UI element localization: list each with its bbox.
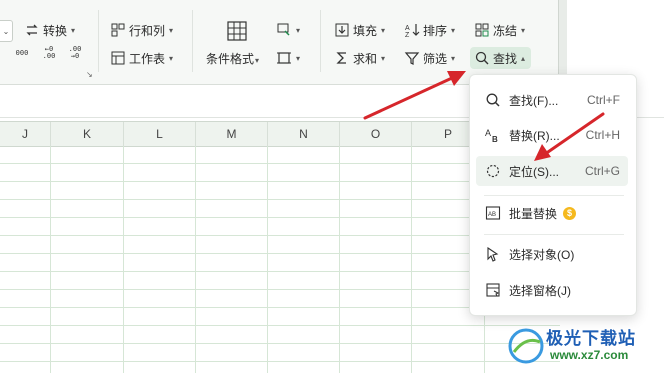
menu-item-batch-replace[interactable]: AB 批量替换 $ — [476, 198, 628, 228]
sort-button[interactable]: AZ 排序 ▾ — [404, 19, 455, 41]
column-header[interactable]: N — [268, 122, 340, 146]
menu-item-label: 选择对象(O) — [509, 247, 575, 262]
chevron-down-icon[interactable]: ⌄ — [0, 20, 13, 42]
svg-text:AB: AB — [488, 212, 496, 218]
dialog-launcher-icon[interactable]: ↘ — [86, 70, 93, 79]
column-header[interactable]: L — [124, 122, 196, 146]
filter-button[interactable]: 筛选 ▾ — [404, 47, 455, 69]
shortcut-label: Ctrl+G — [584, 164, 620, 178]
find-label: 查找 — [493, 51, 518, 66]
menu-item-label: 替换(R)... — [509, 128, 560, 143]
chevron-down-icon: ▾ — [381, 25, 386, 35]
menu-item-label: 查找(F)... — [509, 93, 559, 108]
cell-style-button[interactable]: ▾ — [276, 19, 300, 41]
thousands-format-button[interactable]: 000 — [14, 50, 30, 57]
column-header[interactable]: O — [340, 122, 412, 146]
chevron-up-icon: ▴ — [521, 53, 526, 63]
logo-icon — [508, 328, 544, 364]
menu-item-replace[interactable]: AB 替换(R)... Ctrl+H — [476, 120, 628, 150]
watermark-url: www.xz7.com — [550, 348, 629, 362]
divider — [192, 10, 193, 72]
find-dropdown-menu: 查找(F)... Ctrl+F AB 替换(R)... Ctrl+H 定位(S)… — [469, 74, 637, 316]
sort-label: 排序 — [423, 23, 448, 38]
rows-cols-button[interactable]: 行和列 ▾ — [110, 19, 173, 41]
replace-icon: AB — [484, 126, 502, 144]
chevron-down-icon: ▾ — [296, 25, 301, 35]
worksheet-icon — [111, 51, 125, 65]
convert-button[interactable]: 转换 ▾ — [24, 19, 75, 41]
search-icon — [484, 91, 502, 109]
shortcut-label: Ctrl+F — [587, 93, 620, 107]
menu-separator — [484, 234, 624, 235]
filter-label: 筛选 — [423, 51, 448, 66]
chevron-down-icon: ▾ — [381, 53, 386, 63]
pointer-icon — [484, 245, 502, 263]
border-button[interactable]: ▾ — [276, 47, 300, 69]
menu-item-select-objects[interactable]: 选择对象(O) — [476, 239, 628, 269]
increase-decimal-button[interactable]: ←0 .00 — [40, 46, 58, 60]
fill-label: 填充 — [353, 23, 378, 38]
svg-text:A: A — [405, 25, 410, 32]
menu-item-label: 定位(S)... — [509, 164, 559, 179]
cond-format-button[interactable]: 条件格式▾ — [204, 18, 268, 70]
worksheet-label: 工作表 — [129, 51, 166, 66]
column-header[interactable]: J — [0, 122, 51, 146]
find-button[interactable]: 查找 ▴ — [470, 47, 532, 69]
border-icon — [277, 52, 291, 64]
cond-format-label: 条件格式 — [206, 52, 255, 66]
chevron-down-icon: ▾ — [71, 25, 76, 35]
shortcut-label: Ctrl+H — [585, 128, 620, 142]
divider — [320, 10, 321, 72]
scroll-edge — [558, 0, 567, 84]
decrease-decimal-button[interactable]: .00 →0 — [66, 46, 84, 60]
sum-button[interactable]: 求和 ▾ — [334, 47, 385, 69]
chevron-down-icon: ▾ — [451, 25, 456, 35]
convert-label: 转换 — [43, 23, 68, 38]
numfmt-label-1: 000 — [15, 49, 29, 57]
chevron-down-icon: ▾ — [451, 53, 456, 63]
menu-separator — [484, 195, 624, 196]
sum-label: 求和 — [353, 51, 378, 66]
freeze-button[interactable]: 冻结 ▾ — [474, 19, 525, 41]
column-header[interactable]: K — [51, 122, 124, 146]
menu-item-label: 批量替换 — [509, 206, 558, 221]
rows-cols-label: 行和列 — [129, 23, 166, 38]
chevron-down-icon: ▾ — [169, 53, 174, 63]
chevron-down-icon: ▾ — [255, 56, 260, 65]
fill-button[interactable]: 填充 ▾ — [334, 19, 385, 41]
convert-icon — [26, 24, 38, 36]
freeze-label: 冻结 — [493, 23, 518, 38]
svg-text:Z: Z — [405, 32, 410, 38]
freeze-icon — [475, 23, 489, 37]
menu-item-label: 选择窗格(J) — [509, 283, 571, 298]
menu-item-selection-pane[interactable]: 选择窗格(J) — [476, 275, 628, 305]
pane-icon — [484, 281, 502, 299]
chevron-down-icon: ▾ — [169, 25, 174, 35]
svg-text:A: A — [485, 128, 491, 138]
watermark-logo: 极光下载站 www.xz7.com — [506, 322, 662, 370]
numfmt-label-3: .00 →0 — [68, 45, 82, 60]
locate-icon — [484, 162, 502, 180]
rows-cols-icon — [111, 23, 125, 37]
sort-icon: AZ — [405, 24, 420, 38]
numfmt-label-2: ←0 .00 — [42, 45, 56, 60]
menu-item-goto[interactable]: 定位(S)... Ctrl+G — [476, 156, 628, 186]
column-header[interactable]: M — [196, 122, 268, 146]
chevron-down-icon: ▾ — [296, 53, 301, 63]
fill-icon — [335, 23, 349, 37]
chevron-down-icon: ▾ — [521, 25, 526, 35]
paint-icon — [277, 23, 290, 36]
worksheet-button[interactable]: 工作表 ▾ — [110, 47, 173, 69]
menu-item-find[interactable]: 查找(F)... Ctrl+F — [476, 85, 628, 115]
search-icon — [475, 51, 489, 65]
cond-format-icon — [227, 21, 247, 41]
premium-icon: $ — [563, 206, 577, 220]
sigma-icon — [336, 52, 346, 64]
svg-text:B: B — [492, 135, 498, 143]
divider — [98, 10, 99, 72]
ribbon-toolbar: ⌄ 000 ←0 .00 .00 →0 ↘ 转换 ▾ 行和列 ▾ 工作表 ▾ 条… — [0, 0, 558, 85]
watermark-title: 极光下载站 — [546, 329, 636, 348]
batch-replace-icon: AB — [484, 204, 502, 222]
filter-icon — [404, 52, 420, 65]
